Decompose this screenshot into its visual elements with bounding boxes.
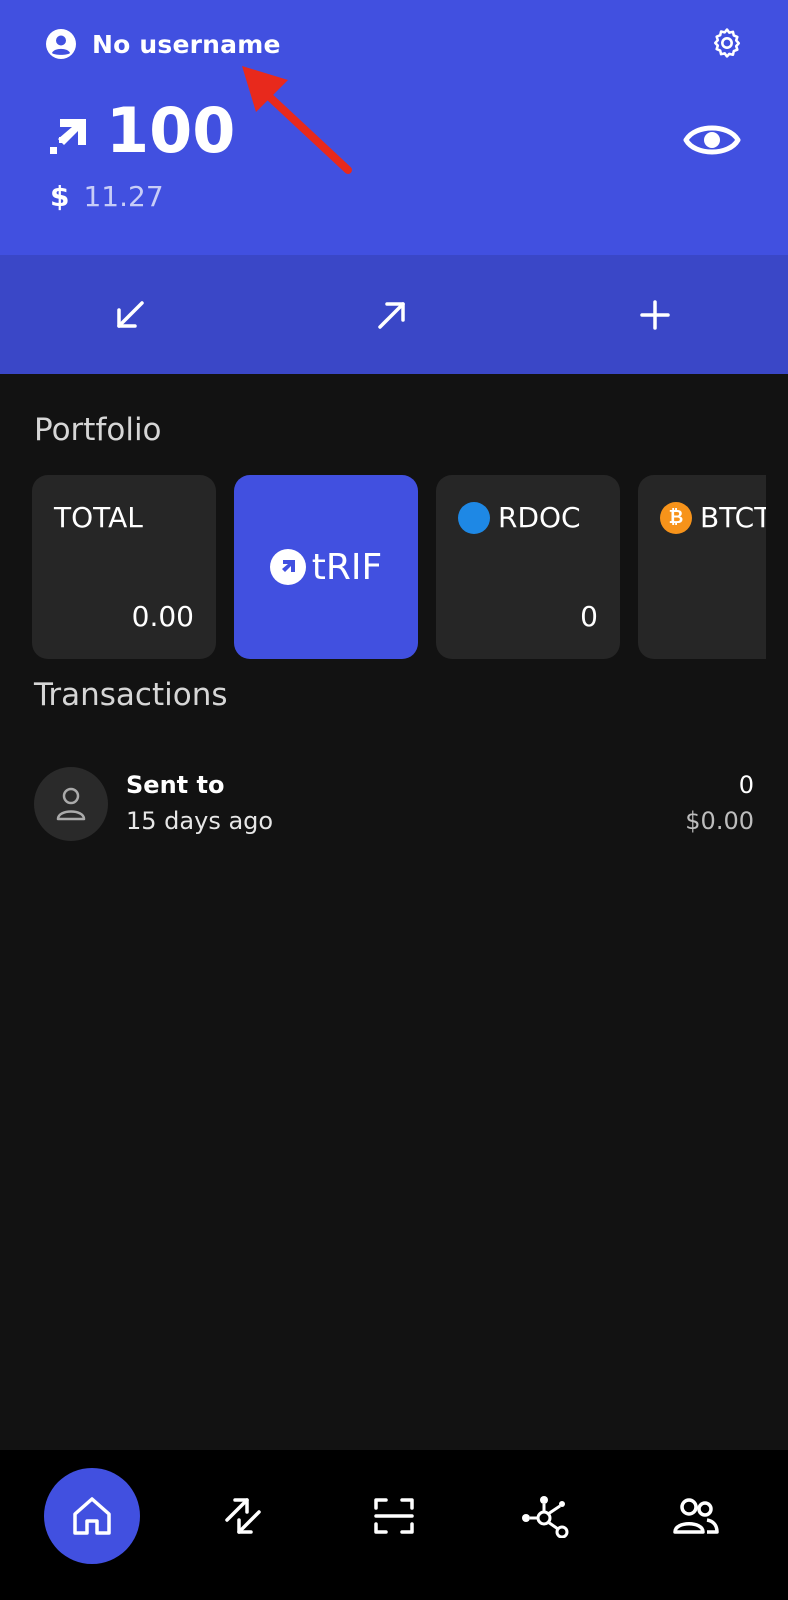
- arrow-down-left-icon: [117, 301, 144, 328]
- portfolio-title: Portfolio: [34, 412, 162, 448]
- fiat-balance: 11.27: [83, 180, 164, 213]
- portfolio-card-rdoc[interactable]: RDOC 0: [436, 475, 620, 659]
- transaction-fiat: $0.00: [685, 807, 754, 835]
- portfolio-card-btct[interactable]: ₿ BTCT: [638, 475, 766, 659]
- nav-exchange[interactable]: [195, 1468, 291, 1564]
- bottom-navigation: [0, 1450, 788, 1600]
- rif-logo-icon: [50, 119, 86, 154]
- card-label-row: RDOC: [458, 501, 581, 534]
- fiat-balance-row: $ 11.27: [50, 180, 164, 213]
- network-icon: [522, 1496, 569, 1538]
- user-icon: [56, 787, 86, 821]
- transaction-row[interactable]: Sent to 15 days ago 0 $0.00: [34, 767, 754, 841]
- card-label: tRIF: [311, 546, 383, 588]
- bitcoin-coin-icon: ₿: [660, 501, 692, 534]
- trif-card-content: tRIF: [234, 475, 418, 659]
- portfolio-card-total[interactable]: TOTAL 0.00: [32, 475, 216, 659]
- profile-button[interactable]: No username: [46, 28, 281, 60]
- card-label-row: ₿ BTCT: [660, 501, 766, 534]
- card-value: 0: [580, 600, 598, 633]
- nav-home[interactable]: [44, 1468, 140, 1564]
- swap-icon: [225, 1498, 261, 1534]
- transaction-amount: 0: [738, 771, 754, 799]
- action-bar: [0, 255, 788, 374]
- rif-logo-icon: [269, 549, 306, 585]
- balance-row: 100: [50, 100, 235, 162]
- scan-icon: [374, 1498, 414, 1534]
- transaction-time: 15 days ago: [126, 807, 274, 835]
- transactions-title: Transactions: [34, 677, 228, 713]
- contacts-icon: [673, 1498, 719, 1534]
- card-label: TOTAL: [54, 501, 143, 534]
- plus-icon: [640, 300, 670, 330]
- gear-icon[interactable]: [710, 26, 744, 60]
- nav-scan[interactable]: [346, 1468, 442, 1564]
- nav-dapps[interactable]: [497, 1468, 593, 1564]
- eye-icon[interactable]: [683, 117, 741, 163]
- username-label: No username: [92, 29, 281, 59]
- home-icon: [73, 1497, 111, 1535]
- send-button[interactable]: [362, 285, 422, 345]
- avatar: [34, 767, 108, 841]
- nav-contacts[interactable]: [648, 1468, 744, 1564]
- card-label: RDOC: [498, 501, 581, 534]
- rdoc-coin-icon: [458, 501, 490, 534]
- user-circle-icon: [46, 29, 76, 59]
- portfolio-carousel[interactable]: TOTAL 0.00 tRIF RDOC 0 ₿ BTCT: [32, 475, 766, 659]
- card-label: BTCT: [700, 501, 766, 534]
- add-token-button[interactable]: [625, 285, 685, 345]
- arrow-up-right-icon: [378, 302, 405, 329]
- token-balance: 100: [106, 94, 236, 167]
- portfolio-card-trif[interactable]: tRIF: [234, 475, 418, 659]
- wallet-header: No username 100 $ 11.27: [0, 0, 788, 255]
- card-value: 0.00: [131, 600, 194, 633]
- fiat-symbol: $: [50, 180, 70, 213]
- annotation-arrow-icon: [242, 66, 352, 174]
- transaction-title: Sent to: [126, 771, 225, 799]
- receive-button[interactable]: [100, 285, 160, 345]
